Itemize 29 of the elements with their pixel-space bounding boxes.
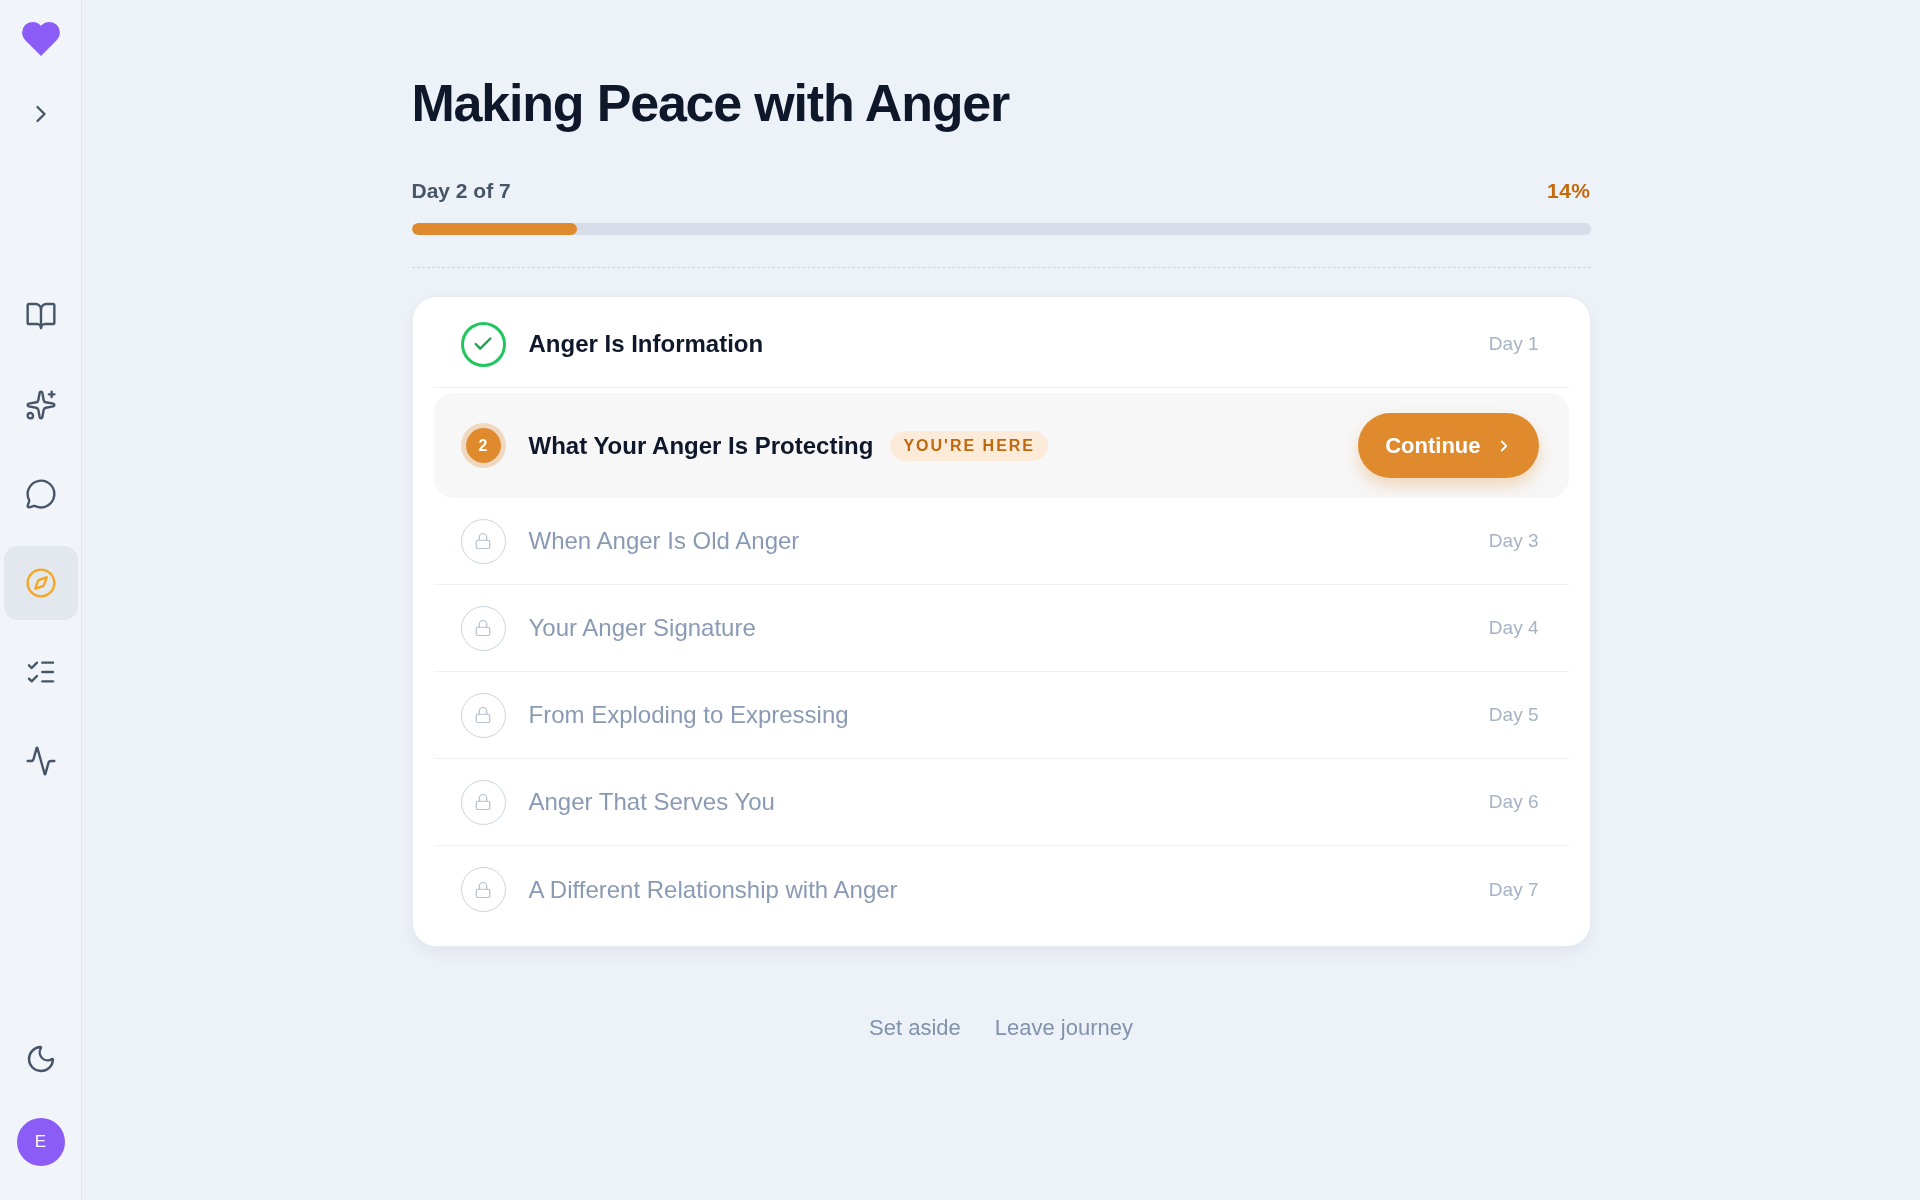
pulse-line-icon: [24, 745, 57, 777]
lesson-title: Your Anger Signature: [528, 613, 756, 643]
day-progress-label: Day 2 of 7: [411, 179, 511, 203]
progress-percent: 14%: [1546, 179, 1591, 203]
day-label: Day 3: [1488, 530, 1539, 552]
lesson-title: When Anger Is Old Anger: [528, 526, 800, 556]
sparkles-icon: [24, 389, 57, 421]
lesson-title: From Exploding to Expressing: [528, 700, 849, 730]
day-label: Day 5: [1488, 704, 1539, 726]
speech-bubble-icon: [24, 478, 57, 510]
footer-link[interactable]: Leave journey: [994, 1014, 1133, 1042]
heart-icon: [21, 22, 60, 56]
lesson-title: A Different Relationship with Anger: [528, 874, 898, 905]
day-label: Day 7: [1488, 878, 1539, 901]
step-number: 2: [460, 423, 506, 468]
compass-icon: [24, 567, 57, 599]
avatar[interactable]: E: [16, 1118, 65, 1166]
journey-title: Making Peace with Anger: [411, 73, 1011, 134]
day-label: Day 4: [1488, 617, 1539, 639]
check-circle-icon: [460, 321, 506, 367]
lesson-title: What Your Anger Is Protecting: [528, 430, 874, 461]
day-label: Day 6: [1488, 791, 1539, 813]
day-label: Day 1: [1488, 333, 1539, 355]
lesson-title: Anger Is Information: [528, 329, 764, 359]
footer-link[interactable]: Set aside: [869, 1014, 961, 1042]
book-icon: [24, 300, 57, 332]
continue-button[interactable]: Continue: [1358, 413, 1539, 478]
lesson-title: Anger That Serves You: [528, 787, 775, 817]
status-badge: YOU'RE HERE: [890, 430, 1049, 461]
